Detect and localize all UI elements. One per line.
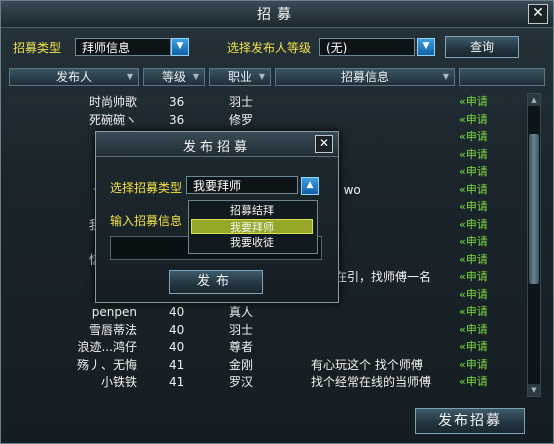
dialog-submit-button[interactable]: 发布 [169, 270, 263, 294]
table-row[interactable]: 小铁铁 41 罗汉 找个经常在线的当师傅 «申请 [9, 373, 517, 391]
table-row[interactable]: 雪唇蒂法 40 羽士 «申请 [9, 321, 517, 339]
column-header-label: 发布人 [55, 70, 92, 84]
chevron-up-icon[interactable]: ▲ [301, 177, 319, 195]
table-row[interactable]: 殇丿、无悔 41 金刚 有心玩这个 找个师傅 «申请 [9, 356, 517, 374]
list-scrollbar[interactable]: ▲ ▼ [527, 93, 541, 397]
player-level: 40 [169, 340, 185, 354]
table-row[interactable]: 浪迹...鸿仔 40 尊者 «申请 [9, 338, 517, 356]
table-row[interactable]: 时尚帅歌 36 羽士 «申请 [9, 93, 517, 111]
apply-link[interactable]: «申请 [459, 93, 488, 111]
player-level: 36 [169, 95, 185, 109]
apply-link[interactable]: «申请 [459, 233, 488, 251]
chevron-down-icon[interactable]: ▼ [417, 38, 435, 56]
dialog-info-label: 输入招募信息（ [110, 214, 195, 228]
player-name: 小铁铁 [100, 375, 137, 389]
column-header-job[interactable]: 职业 ▼ [209, 68, 271, 86]
apply-link[interactable]: «申请 [459, 111, 488, 129]
sort-arrow-icon: ▼ [442, 72, 449, 81]
player-job: 金刚 [229, 357, 254, 372]
player-job: 羽士 [229, 95, 254, 109]
apply-link[interactable]: «申请 [459, 181, 488, 199]
player-job: 罗汉 [229, 375, 254, 389]
recruit-type-label: 招募类型 [13, 41, 62, 55]
apply-link[interactable]: «申请 [459, 338, 488, 356]
chevron-down-icon[interactable]: ▼ [171, 38, 189, 56]
table-row[interactable]: penpen 40 真人 «申请 [9, 303, 517, 321]
query-button[interactable]: 查询 [445, 36, 519, 58]
close-icon[interactable]: ✕ [528, 4, 548, 24]
player-level: 41 [169, 357, 185, 372]
apply-link[interactable]: «申请 [459, 146, 488, 164]
publish-dialog: 发布招募 ✕ 选择招募类型 我要拜师 ▲ 输入招募信息（ 招募结拜 我要拜师 我… [95, 131, 339, 303]
apply-link[interactable]: «申请 [459, 198, 488, 216]
column-header-info[interactable]: 招募信息 ▼ [275, 68, 455, 86]
recruit-type-select[interactable]: 拜师信息 [75, 38, 171, 56]
player-job: 真人 [229, 305, 254, 319]
sort-arrow-icon: ▼ [126, 72, 133, 81]
apply-link[interactable]: «申请 [459, 268, 488, 286]
option-apprentice[interactable]: 我要拜师 [191, 219, 313, 234]
player-level: 40 [169, 322, 185, 337]
table-row[interactable]: 死碗碗ヽ 36 修罗 «申请 [9, 111, 517, 129]
publish-recruit-button[interactable]: 发布招募 [415, 408, 525, 434]
column-header-level[interactable]: 等级 ▼ [143, 68, 205, 86]
sort-arrow-icon: ▼ [192, 72, 199, 81]
scroll-thumb[interactable] [529, 134, 539, 284]
apply-link[interactable]: «申请 [459, 216, 488, 234]
level-filter-label: 选择发布人等级 [227, 41, 312, 55]
player-name: 雪唇蒂法 [88, 322, 137, 337]
apply-link[interactable]: «申请 [459, 163, 488, 181]
level-filter-select[interactable]: (无) [319, 38, 415, 56]
player-name: 死碗碗ヽ [88, 112, 137, 127]
apply-link[interactable]: «申请 [459, 251, 488, 269]
player-job: 尊者 [229, 340, 254, 354]
player-name: 殇丿、无悔 [76, 357, 137, 372]
column-header-publisher[interactable]: 发布人 ▼ [9, 68, 139, 86]
player-level: 40 [169, 305, 185, 319]
filter-bar: 招募类型 拜师信息 ▼ 选择发布人等级 (无) ▼ 查询 [9, 34, 545, 64]
player-name: 时尚帅歌 [88, 95, 137, 109]
apply-link[interactable]: «申请 [459, 373, 488, 391]
scroll-down-icon[interactable]: ▼ [528, 384, 540, 396]
recruit-info: 有心玩这个 找个师傅 [311, 357, 423, 372]
apply-link[interactable]: «申请 [459, 356, 488, 374]
apply-link[interactable]: «申请 [459, 128, 488, 146]
column-header-label: 职业 [227, 70, 252, 84]
player-job: 修罗 [229, 112, 254, 127]
option-take-disciple[interactable]: 我要收徒 [191, 235, 313, 250]
apply-link[interactable]: «申请 [459, 321, 488, 339]
column-header-label: 招募信息 [340, 70, 389, 84]
player-name: 浪迹...鸿仔 [77, 340, 137, 354]
dialog-title-bar[interactable]: 发布招募 ✕ [96, 132, 338, 157]
apply-link[interactable]: «申请 [459, 286, 488, 304]
option-recruit-sworn[interactable]: 招募结拜 [191, 203, 313, 218]
column-header-label: 等级 [161, 70, 186, 84]
column-header-action [459, 68, 545, 86]
player-level: 36 [169, 112, 185, 127]
title-bar[interactable]: 招募 ✕ [1, 1, 553, 28]
sort-arrow-icon: ▼ [258, 72, 265, 81]
player-level: 41 [169, 375, 185, 389]
apply-link[interactable]: «申请 [459, 303, 488, 321]
window-title: 招募 [257, 7, 297, 23]
recruit-info: 找个经常在线的当师傅 [311, 375, 432, 389]
dialog-title: 发布招募 [182, 140, 251, 155]
scroll-up-icon[interactable]: ▲ [528, 94, 540, 106]
dialog-type-label: 选择招募类型 [110, 181, 183, 195]
player-name: penpen [91, 305, 137, 319]
dialog-type-options: 招募结拜 我要拜师 我要收徒 [188, 200, 318, 254]
player-job: 羽士 [229, 322, 254, 337]
dialog-type-select[interactable]: 我要拜师 [186, 176, 298, 194]
close-icon[interactable]: ✕ [315, 135, 333, 153]
